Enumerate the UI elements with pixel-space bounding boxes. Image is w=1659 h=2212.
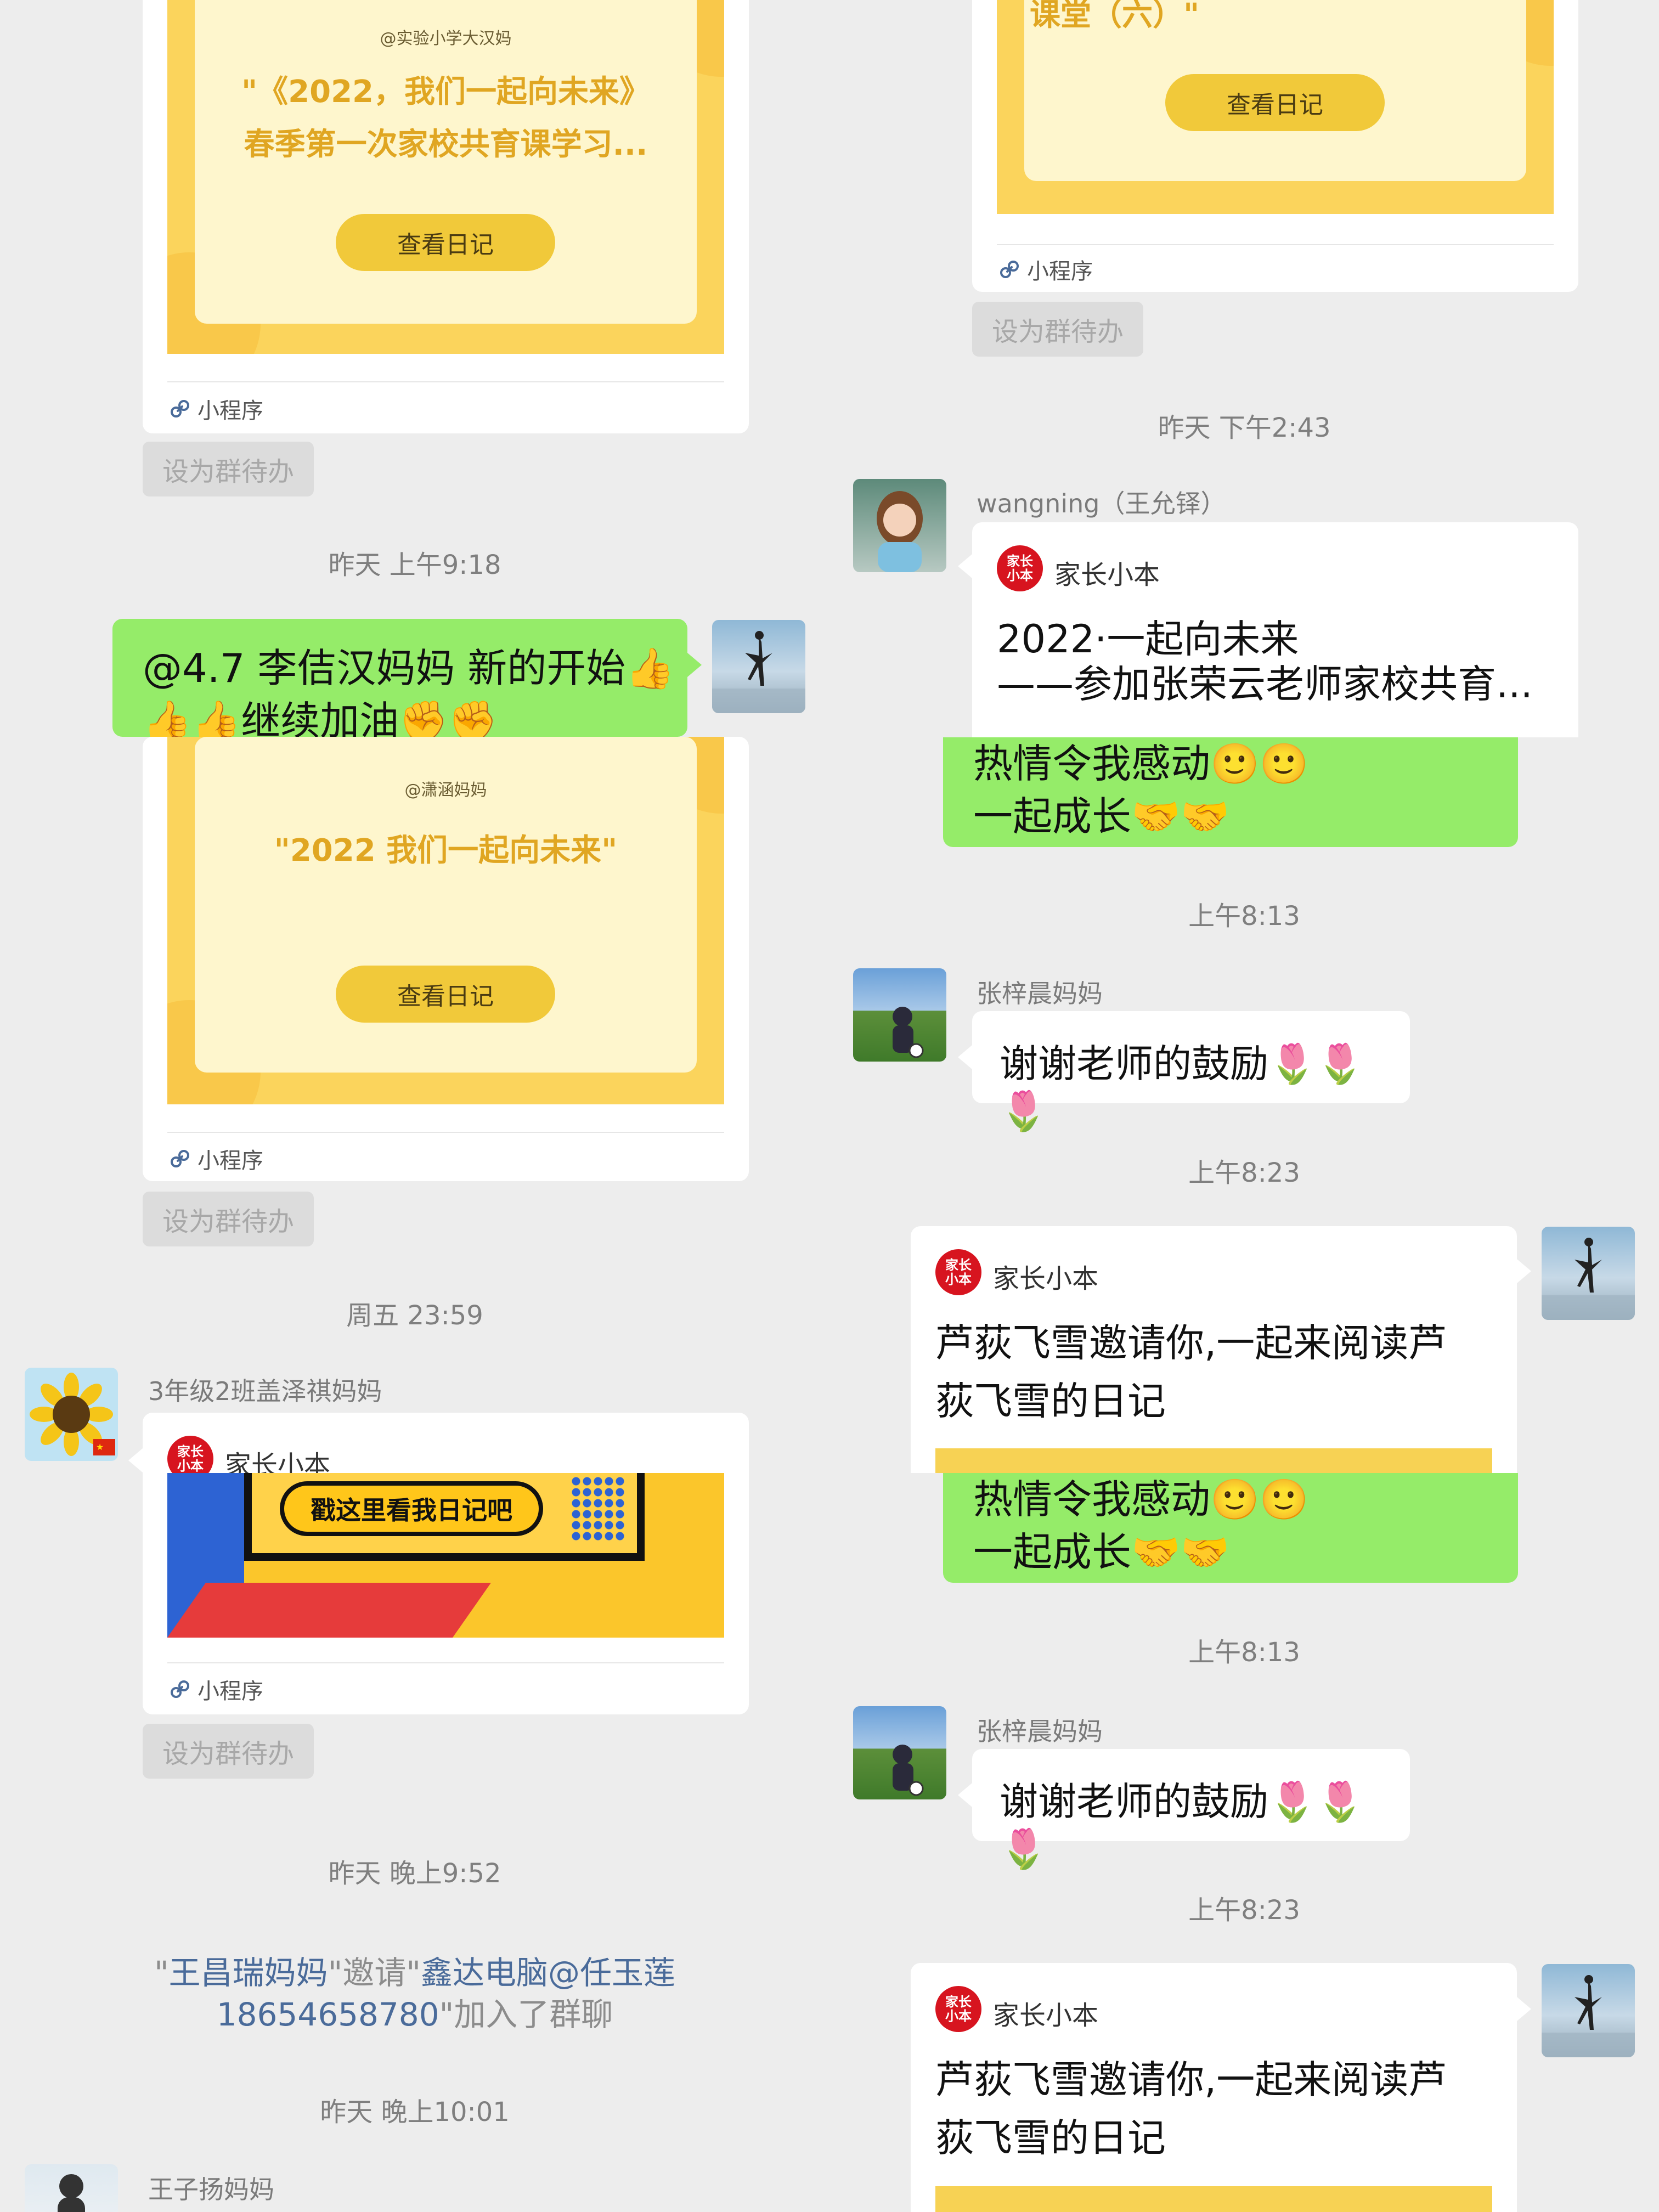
- invitee-phone[interactable]: 18654658780: [217, 1996, 439, 2033]
- diary-poster: @潇涵妈妈 "2022 我们一起向未来" 查看日记: [167, 737, 724, 1104]
- set-group-todo-button[interactable]: 设为群待办: [972, 302, 1144, 357]
- divider: [167, 381, 724, 382]
- system-join-notice: "王昌瑞妈妈"邀请"鑫达电脑@任玉莲 18654658780"加入了群聊: [154, 1954, 676, 2033]
- poster-author: @实验小学大汉妈: [380, 29, 512, 48]
- card-image: [935, 2186, 1492, 2212]
- card-title: 2022·一起向未来 ——参加张荣云老师家校共育...: [997, 617, 1533, 707]
- view-diary-button[interactable]: 查看日记: [1165, 74, 1385, 131]
- app-share-card[interactable]: 家长 小本 家长小本 2022·一起向未来 ——参加张荣云老师家校共育...: [972, 522, 1578, 737]
- view-diary-button[interactable]: 查看日记: [336, 214, 555, 271]
- sender-name: 王子扬妈妈: [148, 2175, 274, 2204]
- timestamp: 昨天 晚上10:01: [320, 2097, 510, 2128]
- message-bubble[interactable]: 谢谢老师的鼓励🌷🌷🌷: [972, 1011, 1410, 1133]
- app-name: 家长小本: [993, 1263, 1099, 1294]
- inviter-name[interactable]: 王昌瑞妈妈: [169, 1954, 328, 1991]
- bubble-tail: [687, 653, 702, 677]
- card-title: 芦荻飞雪邀请你,一起来阅读芦 荻飞雪的日记: [935, 1321, 1447, 1424]
- avatar-self[interactable]: [1542, 1227, 1635, 1320]
- app-logo-icon: 家长 小本: [935, 1986, 981, 2032]
- sender-name: 张梓晨妈妈: [977, 979, 1103, 1008]
- avatar-wangning[interactable]: [853, 479, 946, 572]
- avatar-self[interactable]: [712, 620, 805, 713]
- divider: [167, 1662, 724, 1663]
- mini-program-card[interactable]: 课堂（六）" 查看日记 小程序: [972, 0, 1578, 292]
- timestamp: 昨天 晚上9:52: [328, 1858, 501, 1889]
- poster-author: @潇涵妈妈: [404, 781, 487, 800]
- app-name: 家长小本: [1054, 560, 1160, 590]
- link-icon: [170, 399, 190, 419]
- right-panel: 课堂（六）" 查看日记 小程序 设为群待办 昨天 下午2:43 wangning…: [830, 0, 1659, 2212]
- bubble-tail: [1517, 1259, 1531, 1283]
- app-logo-icon: 家长 小本: [997, 545, 1043, 591]
- poster-title: "2022 我们一起向未来": [274, 833, 618, 868]
- view-diary-button[interactable]: 查看日记: [336, 966, 555, 1023]
- sender-name: 3年级2班盖泽祺妈妈: [148, 1376, 382, 1406]
- mini-program-source: 小程序: [1000, 253, 1093, 285]
- left-panel: @实验小学大汉妈 "《2022，我们一起向未来》 春季第一次家校共育课学习...…: [0, 0, 830, 2212]
- mini-program-source: 小程序: [170, 1143, 263, 1175]
- mini-program-card[interactable]: 家长 小本 家长小本 戳这里看我日记吧 小程序: [143, 1413, 749, 1714]
- sender-name: 张梓晨妈妈: [977, 1717, 1103, 1746]
- set-group-todo-button[interactable]: 设为群待办: [143, 1192, 314, 1246]
- avatar-user[interactable]: [25, 2164, 118, 2212]
- set-group-todo-button[interactable]: 设为群待办: [143, 1724, 314, 1779]
- set-group-todo-button[interactable]: 设为群待办: [143, 442, 314, 496]
- diary-banner: 戳这里看我日记吧: [167, 1473, 724, 1638]
- avatar-football[interactable]: [853, 968, 946, 1062]
- avatar-football[interactable]: [853, 1706, 946, 1799]
- app-logo-icon: 家长 小本: [935, 1249, 981, 1295]
- sender-name: wangning（王允铎）: [977, 489, 1226, 518]
- mini-program-card[interactable]: @实验小学大汉妈 "《2022，我们一起向未来》 春季第一次家校共育课学习...…: [143, 0, 749, 433]
- link-icon: [170, 1679, 190, 1699]
- poster-title: 课堂（六）": [1030, 0, 1200, 33]
- app-share-card[interactable]: 家长 小本 家长小本 芦荻飞雪邀请你,一起来阅读芦 荻飞雪的日记: [911, 1963, 1517, 2212]
- timestamp: 上午8:13: [1188, 1637, 1300, 1668]
- card-title: 芦荻飞雪邀请你,一起来阅读芦 荻飞雪的日记: [935, 2057, 1447, 2160]
- poster-title: "《2022，我们一起向未来》 春季第一次家校共育课学习...: [241, 74, 651, 162]
- app-share-card[interactable]: 家长 小本 家长小本 芦荻飞雪邀请你,一起来阅读芦 荻飞雪的日记: [911, 1226, 1517, 1473]
- bubble-tail: [958, 1783, 972, 1807]
- diary-poster: 课堂（六）" 查看日记: [997, 0, 1554, 214]
- timestamp: 昨天 下午2:43: [1158, 413, 1331, 443]
- banner-button[interactable]: 戳这里看我日记吧: [280, 1481, 543, 1536]
- message-bubble[interactable]: 谢谢老师的鼓励🌷🌷🌷: [972, 1749, 1410, 1871]
- bubble-tail: [128, 1448, 143, 1472]
- message-bubble[interactable]: 热情令我感动🙂🙂 一起成长🤝🤝: [943, 1473, 1518, 1583]
- timestamp: 上午8:23: [1188, 1895, 1300, 1926]
- bubble-tail: [958, 554, 972, 578]
- divider: [167, 1132, 724, 1133]
- link-icon: [1000, 259, 1019, 279]
- timestamp: 上午8:13: [1188, 901, 1300, 932]
- divider: [997, 244, 1554, 245]
- mini-program-card[interactable]: @潇涵妈妈 "2022 我们一起向未来" 查看日记 小程序: [143, 737, 749, 1181]
- mini-program-source: 小程序: [170, 393, 263, 425]
- app-name: 家长小本: [993, 2000, 1099, 2031]
- timestamp: 周五 23:59: [346, 1300, 483, 1331]
- bubble-tail: [1517, 1997, 1531, 2021]
- timestamp: 上午8:23: [1188, 1158, 1300, 1188]
- avatar-self[interactable]: [1542, 1964, 1635, 2057]
- timestamp: 昨天 上午9:18: [328, 550, 501, 580]
- diary-poster: @实验小学大汉妈 "《2022，我们一起向未来》 春季第一次家校共育课学习...…: [167, 0, 724, 354]
- link-icon: [170, 1149, 190, 1169]
- avatar-sunflower[interactable]: ★: [25, 1368, 118, 1461]
- message-bubble[interactable]: @4.7 李佶汉妈妈 新的开始👍 👍👍继续加油✊✊: [112, 619, 687, 737]
- svg-text:★: ★: [96, 1442, 104, 1452]
- mini-program-source: 小程序: [170, 1673, 263, 1705]
- bubble-tail: [958, 1045, 972, 1069]
- invitee-name[interactable]: 鑫达电脑@任玉莲: [421, 1954, 675, 1991]
- message-bubble[interactable]: 热情令我感动🙂🙂 一起成长🤝🤝: [943, 737, 1518, 847]
- card-image: [935, 1448, 1492, 1473]
